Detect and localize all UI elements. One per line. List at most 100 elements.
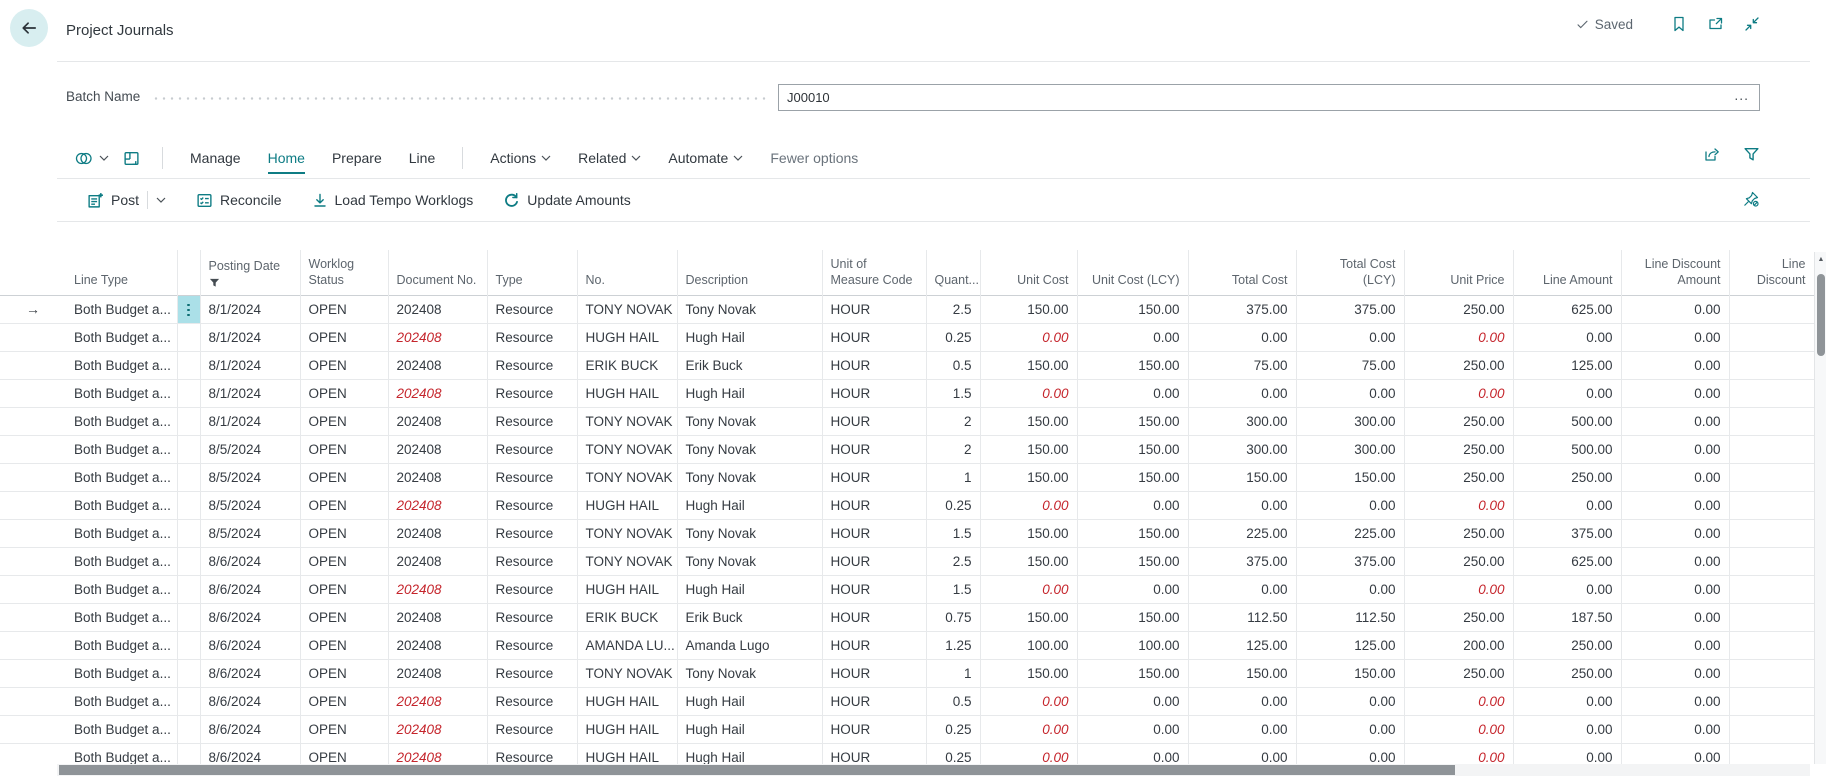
cell-posting_date[interactable]: 8/6/2024 [200,715,300,743]
cell-unit_cost_lcy[interactable]: 150.00 [1077,519,1188,547]
cell-line_discount_amount[interactable]: 0.00 [1621,519,1729,547]
cell-line_amount[interactable]: 250.00 [1513,631,1621,659]
cell-line_discount_amount[interactable]: 0.00 [1621,491,1729,519]
cell-total_cost[interactable]: 125.00 [1188,631,1296,659]
cell-line_discount[interactable] [1729,575,1814,603]
row-menu-cell[interactable] [177,407,200,435]
cell-unit_cost_lcy[interactable]: 100.00 [1077,631,1188,659]
cell-line_type[interactable]: Both Budget a... [66,603,177,631]
cell-document_no[interactable]: 202408 [388,743,487,764]
cell-worklog_status[interactable]: OPEN [300,575,388,603]
table-row[interactable]: Both Budget a...8/6/2024OPEN202408Resour… [0,687,1814,715]
cell-posting_date[interactable]: 8/5/2024 [200,519,300,547]
cell-worklog_status[interactable]: OPEN [300,743,388,764]
cell-document_no[interactable]: 202408 [388,435,487,463]
cell-line_discount[interactable] [1729,519,1814,547]
cell-posting_date[interactable]: 8/5/2024 [200,435,300,463]
menu-related[interactable]: Related [578,150,641,166]
cell-quantity[interactable]: 0.25 [926,715,980,743]
cell-line_discount_amount[interactable]: 0.00 [1621,715,1729,743]
cell-uom[interactable]: HOUR [822,435,926,463]
cell-posting_date[interactable]: 8/1/2024 [200,323,300,351]
cell-line_discount[interactable] [1729,435,1814,463]
cell-quantity[interactable]: 1 [926,463,980,491]
cell-line_discount[interactable] [1729,295,1814,323]
cell-document_no[interactable]: 202408 [388,379,487,407]
menu-actions[interactable]: Actions [490,150,551,166]
cell-line_type[interactable]: Both Budget a... [66,435,177,463]
cell-worklog_status[interactable]: OPEN [300,687,388,715]
column-header-line_amount[interactable]: Line Amount [1513,250,1621,295]
table-row[interactable]: Both Budget a...8/5/2024OPEN202408Resour… [0,435,1814,463]
cell-total_cost_lcy[interactable]: 300.00 [1296,435,1404,463]
cell-line_type[interactable]: Both Budget a... [66,407,177,435]
cell-type[interactable]: Resource [487,407,577,435]
cell-line_amount[interactable]: 250.00 [1513,463,1621,491]
cell-unit_cost_lcy[interactable]: 150.00 [1077,463,1188,491]
table-row[interactable]: Both Budget a...8/6/2024OPEN202408Resour… [0,715,1814,743]
table-row[interactable]: Both Budget a...8/6/2024OPEN202408Resour… [0,631,1814,659]
cell-line_discount_amount[interactable]: 0.00 [1621,379,1729,407]
cell-unit_cost_lcy[interactable]: 0.00 [1077,743,1188,764]
cell-no[interactable]: TONY NOVAK [577,547,677,575]
cell-line_type[interactable]: Both Budget a... [66,379,177,407]
cell-line_discount[interactable] [1729,715,1814,743]
column-filter-icon[interactable] [209,278,292,289]
cell-description[interactable]: Tony Novak [677,435,822,463]
cell-unit_cost[interactable]: 0.00 [980,379,1077,407]
cell-uom[interactable]: HOUR [822,603,926,631]
cell-posting_date[interactable]: 8/6/2024 [200,603,300,631]
cell-unit_price[interactable]: 250.00 [1404,547,1513,575]
cell-uom[interactable]: HOUR [822,687,926,715]
cell-uom[interactable]: HOUR [822,547,926,575]
cell-uom[interactable]: HOUR [822,715,926,743]
cell-line_type[interactable]: Both Budget a... [66,743,177,764]
cell-total_cost[interactable]: 0.00 [1188,715,1296,743]
cell-unit_cost[interactable]: 150.00 [980,659,1077,687]
cell-total_cost_lcy[interactable]: 75.00 [1296,351,1404,379]
cell-line_discount[interactable] [1729,603,1814,631]
cell-document_no[interactable]: 202408 [388,351,487,379]
cell-unit_cost_lcy[interactable]: 0.00 [1077,323,1188,351]
cell-document_no[interactable]: 202408 [388,715,487,743]
cell-document_no[interactable]: 202408 [388,519,487,547]
cell-total_cost_lcy[interactable]: 0.00 [1296,715,1404,743]
cell-line_discount[interactable] [1729,491,1814,519]
column-header-document_no[interactable]: Document No. [388,250,487,295]
cell-quantity[interactable]: 2.5 [926,547,980,575]
cell-line_discount_amount[interactable]: 0.00 [1621,659,1729,687]
column-header-total_cost[interactable]: Total Cost [1188,250,1296,295]
cell-unit_cost_lcy[interactable]: 150.00 [1077,407,1188,435]
cell-line_amount[interactable]: 375.00 [1513,519,1621,547]
row-menu-cell[interactable] [177,547,200,575]
cell-document_no[interactable]: 202408 [388,687,487,715]
cell-description[interactable]: Hugh Hail [677,575,822,603]
row-menu-cell[interactable] [177,715,200,743]
cell-unit_cost[interactable]: 0.00 [980,743,1077,764]
open-in-window-icon[interactable] [1707,16,1724,32]
cell-line_amount[interactable]: 0.00 [1513,491,1621,519]
table-row[interactable]: Both Budget a...8/5/2024OPEN202408Resour… [0,463,1814,491]
cell-unit_price[interactable]: 250.00 [1404,659,1513,687]
cell-line_type[interactable]: Both Budget a... [66,463,177,491]
cell-total_cost_lcy[interactable]: 0.00 [1296,743,1404,764]
assist-edit-button[interactable]: ... [1724,87,1759,109]
cell-worklog_status[interactable]: OPEN [300,603,388,631]
cell-worklog_status[interactable]: OPEN [300,659,388,687]
cell-total_cost_lcy[interactable]: 225.00 [1296,519,1404,547]
reconcile-button[interactable]: Reconcile [196,192,281,209]
table-row[interactable]: →Both Budget a...8/1/2024OPEN202408Resou… [0,295,1814,323]
cell-description[interactable]: Tony Novak [677,659,822,687]
cell-line_type[interactable]: Both Budget a... [66,323,177,351]
column-header-unit_cost_lcy[interactable]: Unit Cost (LCY) [1077,250,1188,295]
table-row[interactable]: Both Budget a...8/5/2024OPEN202408Resour… [0,491,1814,519]
cell-worklog_status[interactable]: OPEN [300,519,388,547]
cell-line_type[interactable]: Both Budget a... [66,491,177,519]
cell-total_cost[interactable]: 0.00 [1188,743,1296,764]
cell-no[interactable]: TONY NOVAK [577,659,677,687]
row-menu-cell[interactable] [177,351,200,379]
cell-line_discount_amount[interactable]: 0.00 [1621,323,1729,351]
cell-line_discount_amount[interactable]: 0.00 [1621,547,1729,575]
cell-total_cost_lcy[interactable]: 125.00 [1296,631,1404,659]
table-row[interactable]: Both Budget a...8/6/2024OPEN202408Resour… [0,743,1814,764]
